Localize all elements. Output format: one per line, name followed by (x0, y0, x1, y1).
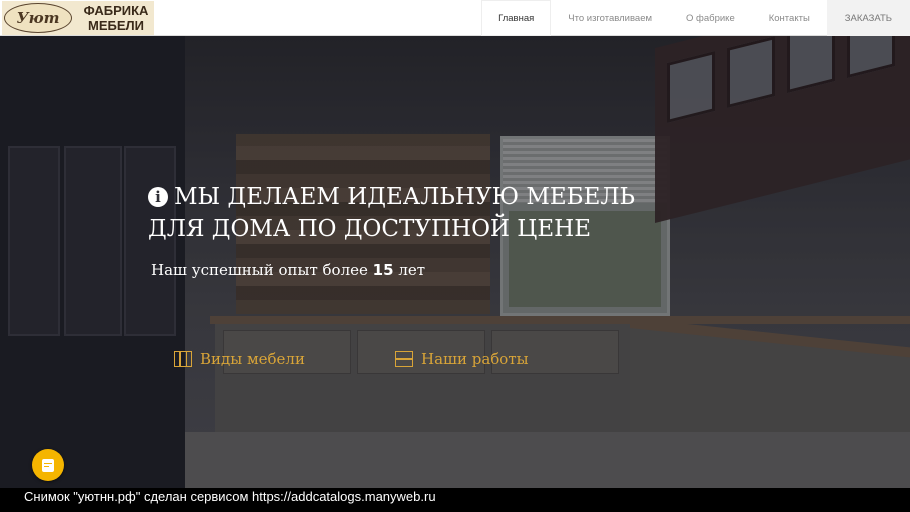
panel-icon (395, 351, 413, 367)
our-works-link[interactable]: Наши работы (395, 348, 529, 370)
subline-text: Наш успешный опыт более (151, 261, 368, 279)
logo-line-2: МЕБЕЛИ (88, 18, 144, 33)
hero-dark-overlay (0, 36, 910, 488)
experience-years: 15 (372, 261, 394, 279)
nav-item-contacts[interactable]: Контакты (752, 0, 827, 36)
nav-item-home[interactable]: Главная (481, 0, 552, 36)
logo-line-1: ФАБРИКА (83, 3, 149, 18)
floating-action-button[interactable] (32, 449, 64, 481)
info-circle-icon: i (148, 187, 168, 207)
furniture-types-label: Виды мебели (200, 350, 305, 368)
main-nav: Главная Что изготавливаем О фабрике Конт… (481, 0, 910, 36)
nav-item-products[interactable]: Что изготавливаем (551, 0, 669, 36)
subline-suffix: лет (398, 261, 426, 279)
headline-text-1: МЫ ДЕЛАЕМ ИДЕАЛЬНУЮ МЕБЕЛЬ (174, 184, 636, 210)
headline-line-2: ДЛЯ ДОМА ПО ДОСТУПНОЙ ЦЕНЕ (148, 216, 591, 242)
document-icon (42, 458, 54, 472)
headline-line-1: i МЫ ДЕЛАЕМ ИДЕАЛЬНУЮ МЕБЕЛЬ (148, 181, 668, 213)
furniture-types-link[interactable]: Виды мебели (174, 348, 305, 370)
columns-icon (174, 351, 192, 367)
order-button[interactable]: ЗАКАЗАТЬ (826, 0, 910, 36)
our-works-label: Наши работы (421, 350, 529, 368)
logo-text: ФАБРИКА МЕБЕЛИ (78, 3, 154, 33)
hero-subline: Наш успешный опыт более 15 лет (151, 261, 425, 279)
hero-headline: i МЫ ДЕЛАЕМ ИДЕАЛЬНУЮ МЕБЕЛЬ ДЛЯ ДОМА ПО … (148, 181, 668, 245)
site-header: Уют ФАБРИКА МЕБЕЛИ Главная Что изготавли… (0, 0, 910, 36)
snapshot-caption: Снимок "уютнн.рф" сделан сервисом https:… (0, 488, 910, 512)
logo-emblem: Уют (4, 3, 72, 33)
hero-background (0, 36, 910, 488)
logo[interactable]: Уют ФАБРИКА МЕБЕЛИ (2, 1, 154, 35)
nav-item-about[interactable]: О фабрике (669, 0, 752, 36)
